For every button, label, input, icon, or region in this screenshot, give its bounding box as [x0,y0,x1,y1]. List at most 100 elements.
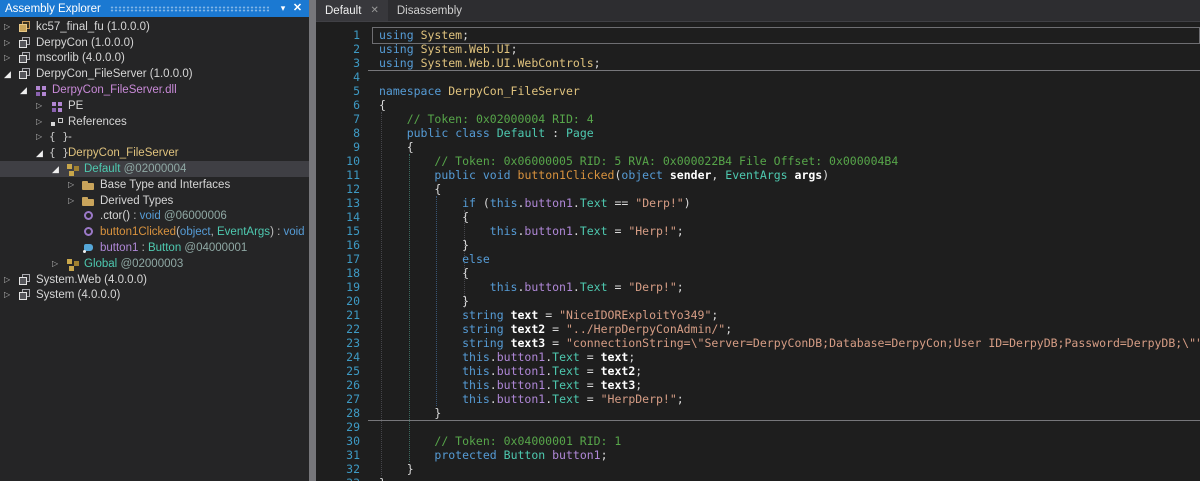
code-line: using System.Web.UI.WebControls; [379,56,1200,70]
line-number: 30 [316,434,360,448]
tree-item-derpycon-fileserver[interactable]: ◢ DerpyCon_FileServer [0,145,309,161]
namespace-icon [49,130,65,144]
tree-item-[interactable]: ▷- [0,130,309,146]
tree-item-button1[interactable]: button1 : Button @04000001 [0,240,309,256]
expander-collapsed-icon[interactable]: ▷ [36,130,49,144]
panel-drag-grip[interactable] [110,6,269,12]
expander-expanded-icon[interactable]: ◢ [36,146,49,160]
class-icon [65,257,81,271]
code-line: } [379,406,1200,420]
code-line: { [379,140,1200,154]
panel-close-icon[interactable]: ✕ [290,0,305,17]
assembly-icon [17,288,33,302]
tree-item-base-type-and-interfaces[interactable]: ▷ Base Type and Interfaces [0,177,309,193]
line-number: 23 [316,336,360,350]
tree-item-derpycon-1-0-0-0[interactable]: ▷DerpyCon (1.0.0.0) [0,35,309,51]
code-line: // Token: 0x06000005 RID: 5 RVA: 0x00002… [379,154,1200,168]
tree-item-label: PE [68,100,83,112]
tab-default[interactable]: Default ✕ [316,0,388,21]
line-number: 16 [316,238,360,252]
expander-collapsed-icon[interactable]: ▷ [4,273,17,287]
code-line: { [379,182,1200,196]
tree-item-label: System.Web (4.0.0.0) [36,274,147,286]
line-number: 3 [316,56,360,70]
panel-menu-chevron-icon[interactable]: ▾ [276,0,290,17]
code-line: namespace DerpyCon_FileServer [379,84,1200,98]
tree-item-pe[interactable]: ▷ PE [0,98,309,114]
assembly-tree: ▷ kc57_final_fu (1.0.0.0) ▷DerpyCon (1.0.0… [0,17,309,303]
line-number: 29 [316,420,360,434]
expander-expanded-icon[interactable]: ◢ [4,67,17,81]
line-number: 20 [316,294,360,308]
tab-disassembly[interactable]: Disassembly [388,0,471,21]
code-editor[interactable]: 1234567891011121314151617181920212223242… [316,22,1200,481]
tree-item-label: kc57_final_fu (1.0.0.0) [36,21,150,33]
expander-collapsed-icon[interactable]: ▷ [4,36,17,50]
tree-item-kc57-final-fu-1-0-0-0[interactable]: ▷ kc57_final_fu (1.0.0.0) [0,19,309,35]
code-line: this.button1.Text = text3; [379,378,1200,392]
line-number: 4 [316,70,360,84]
tree-item-button1clicked[interactable]: button1Clicked(object, EventArgs) : void [0,224,309,240]
code-line: protected Button button1; [379,448,1200,462]
tree-item-derpycon-fileserver-1-0-0-0[interactable]: ◢ DerpyCon_FileServer (1.0.0.0) [0,66,309,82]
line-number: 14 [316,210,360,224]
code-line: { [379,266,1200,280]
assembly-icon [17,51,33,65]
tree-item-references[interactable]: ▷References [0,114,309,130]
tab-close-icon[interactable]: ✕ [370,5,378,16]
line-number: 26 [316,378,360,392]
tree-item-label: button1Clicked(object, EventArgs) : void [100,226,305,238]
line-number: 28 [316,406,360,420]
expander-expanded-icon[interactable]: ◢ [52,162,65,176]
expander-collapsed-icon[interactable]: ▷ [68,178,81,192]
code-line: this.button1.Text = "Herp!"; [379,224,1200,238]
class-icon [65,162,81,176]
panel-title-bar[interactable]: Assembly Explorer ▾ ✕ [0,0,309,17]
code-line: this.button1.Text = "Derp!"; [379,280,1200,294]
line-number: 32 [316,462,360,476]
field-icon [81,241,97,255]
tree-item-label: button1 : Button @04000001 [100,242,247,254]
tree-item-default[interactable]: ◢Default @02000004 [0,161,309,177]
expander-collapsed-icon[interactable]: ▷ [4,51,17,65]
tree-item-global[interactable]: ▷Global @02000003 [0,256,309,272]
tree-item-label: DerpyCon_FileServer [68,147,179,159]
tree-item-label: mscorlib (4.0.0.0) [36,52,125,64]
tree-item-system-web-4-0-0-0[interactable]: ▷ System.Web (4.0.0.0) [0,272,309,288]
tree-item-ctor[interactable]: .ctor() : void @06000006 [0,209,309,225]
line-number: 6 [316,98,360,112]
code-line: this.button1.Text = text2; [379,364,1200,378]
tree-item-label: DerpyCon_FileServer.dll [52,84,177,96]
line-number: 19 [316,280,360,294]
code-line: // Token: 0x04000001 RID: 1 [379,434,1200,448]
code-line [379,70,1200,84]
line-number: 11 [316,168,360,182]
expander-collapsed-icon[interactable]: ▷ [4,20,17,34]
expander-collapsed-icon[interactable]: ▷ [4,288,17,302]
line-number: 2 [316,42,360,56]
line-number: 13 [316,196,360,210]
member-separator-line [368,70,1200,71]
folder-icon [81,178,97,192]
line-number: 22 [316,322,360,336]
line-number: 25 [316,364,360,378]
code-line: else [379,252,1200,266]
line-number-gutter: 1234567891011121314151617181920212223242… [316,28,360,481]
expander-expanded-icon[interactable]: ◢ [20,83,33,97]
line-number: 21 [316,308,360,322]
tree-item-derived-types[interactable]: ▷Derived Types [0,193,309,209]
tree-item-label: DerpyCon_FileServer (1.0.0.0) [36,68,193,80]
expander-collapsed-icon[interactable]: ▷ [68,194,81,208]
panel-splitter[interactable] [309,0,316,481]
tree-item-mscorlib-4-0-0-0[interactable]: ▷ mscorlib (4.0.0.0) [0,51,309,67]
member-separator-line [368,420,1200,421]
expander-collapsed-icon[interactable]: ▷ [36,115,49,129]
code-line: { [379,210,1200,224]
line-number: 1 [316,28,360,42]
code-line: } [379,294,1200,308]
tree-item-derpycon-fileserver-dll[interactable]: ◢ DerpyCon_FileServer.dll [0,82,309,98]
expander-collapsed-icon[interactable]: ▷ [52,257,65,271]
expander-collapsed-icon[interactable]: ▷ [36,99,49,113]
tree-item-label: Base Type and Interfaces [100,179,230,191]
tree-item-system-4-0-0-0[interactable]: ▷System (4.0.0.0) [0,288,309,304]
